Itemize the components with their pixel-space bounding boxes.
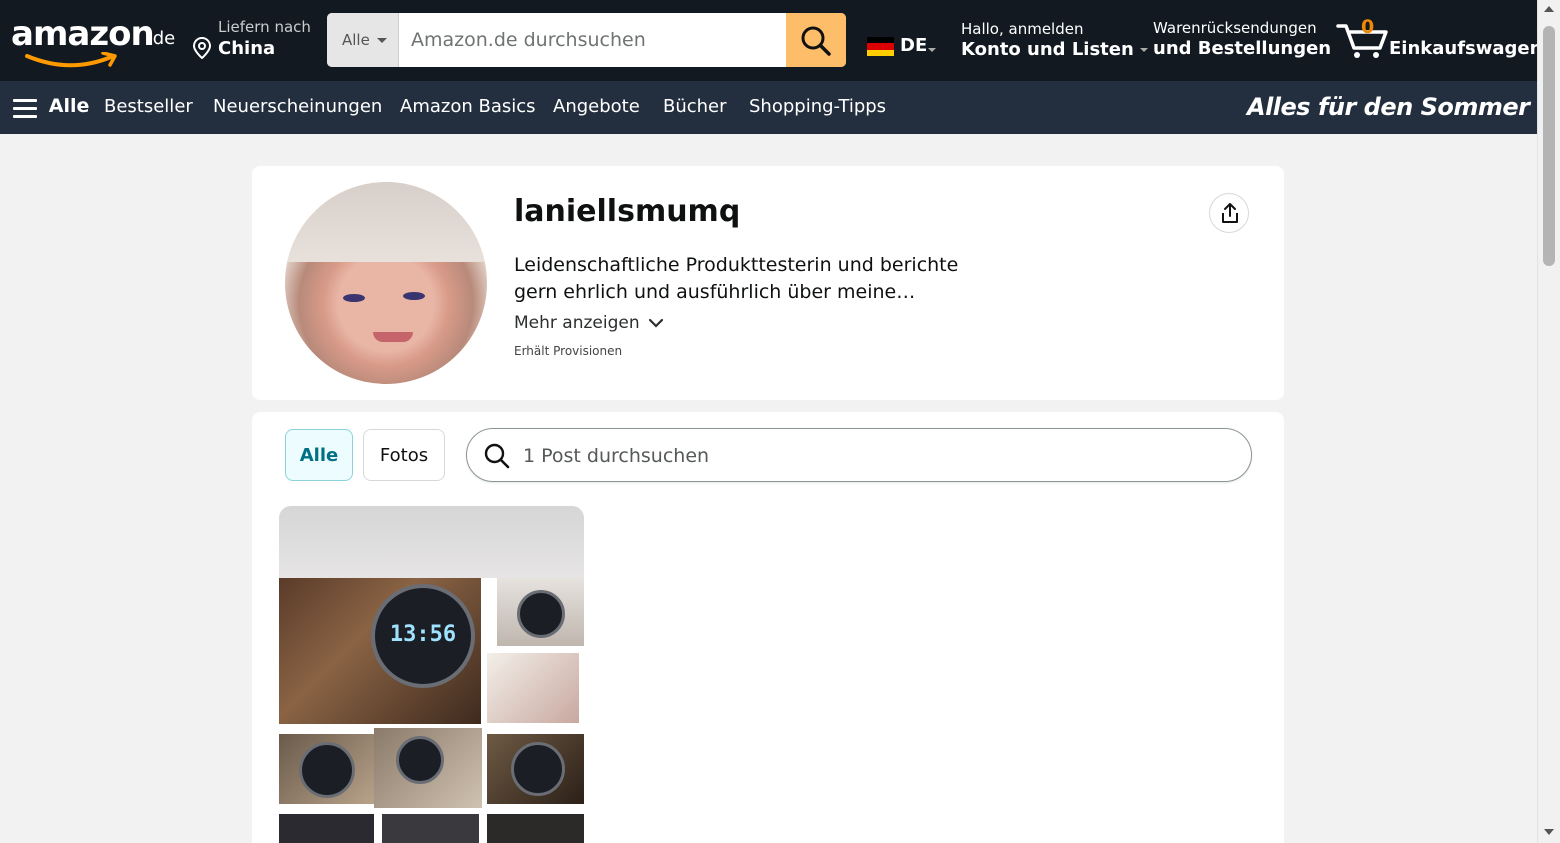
post-photo: 13:56 xyxy=(279,578,481,724)
avatar-background xyxy=(285,182,487,262)
all-menu-button[interactable]: Alle xyxy=(13,95,89,119)
hamburger-icon xyxy=(13,99,37,123)
caret-down-icon xyxy=(1139,48,1148,52)
logo-tld: .de xyxy=(147,28,176,49)
nav-link-books[interactable]: Bücher xyxy=(663,96,727,117)
sub-nav: Alle Bestseller Neuerscheinungen Amazon … xyxy=(0,81,1537,134)
watch-face: 13:56 xyxy=(371,584,475,688)
logo-text: amazon xyxy=(11,14,155,54)
nav-link-deals[interactable]: Angebote xyxy=(553,96,640,117)
avatar-eye xyxy=(403,292,425,300)
page-scrollbar[interactable] xyxy=(1537,0,1560,843)
location-pin-icon xyxy=(192,37,212,59)
avatar xyxy=(285,182,487,384)
post-tile[interactable]: 13:56 xyxy=(279,506,584,843)
cart-link[interactable]: 0 Einkaufswagen xyxy=(1336,16,1537,66)
show-more-button[interactable]: Mehr anzeigen xyxy=(514,313,664,333)
language-code: DE xyxy=(900,35,928,56)
watch-face xyxy=(511,742,565,796)
search-category-label: Alle xyxy=(342,31,370,49)
post-photo xyxy=(487,814,584,843)
top-nav: amazon .de Liefern nach China Alle Amazo… xyxy=(0,0,1537,81)
amazon-logo[interactable]: amazon .de xyxy=(11,14,176,70)
returns-label: Warenrücksendungen xyxy=(1153,19,1317,37)
watch-face xyxy=(517,590,565,638)
show-more-label: Mehr anzeigen xyxy=(514,313,640,333)
filter-photos-label: Fotos xyxy=(379,445,429,466)
scroll-up-arrow-icon[interactable] xyxy=(1544,6,1554,12)
post-photo xyxy=(279,814,374,843)
account-lists-row: Konto und Listen xyxy=(961,39,1148,60)
cart-label: Einkaufswagen xyxy=(1389,38,1537,59)
watch-face xyxy=(299,742,355,798)
account-menu[interactable]: Hallo, anmelden Konto und Listen xyxy=(961,20,1148,60)
post-tile-header xyxy=(279,506,584,578)
nav-link-bestseller[interactable]: Bestseller xyxy=(104,96,193,117)
posts-card: Alle Fotos 13:56 xyxy=(252,412,1284,843)
scroll-down-arrow-icon[interactable] xyxy=(1544,829,1554,835)
account-greeting: Hallo, anmelden xyxy=(961,20,1084,38)
scrollbar-thumb[interactable] xyxy=(1543,26,1555,266)
filter-photos-tab[interactable]: Fotos xyxy=(363,429,445,481)
post-photo xyxy=(279,734,374,804)
account-lists-label: Konto und Listen xyxy=(961,39,1134,60)
profile-name: laniellsmumq xyxy=(514,194,741,229)
post-photo xyxy=(382,814,479,843)
orders-label: und Bestellungen xyxy=(1153,38,1332,59)
share-icon xyxy=(1222,203,1238,223)
commission-note: Erhält Provisionen xyxy=(514,344,623,358)
logo-smile-icon xyxy=(25,52,117,68)
chevron-down-icon xyxy=(648,318,664,328)
share-button[interactable] xyxy=(1209,193,1249,233)
nav-link-amazon-basics[interactable]: Amazon Basics xyxy=(400,96,536,117)
search-icon xyxy=(801,26,831,56)
cart-count: 0 xyxy=(1361,16,1375,38)
post-photo xyxy=(487,734,584,804)
caret-down-icon xyxy=(928,48,936,52)
post-search-input[interactable] xyxy=(521,429,1225,483)
post-photo xyxy=(497,578,584,646)
germany-flag-icon xyxy=(867,37,894,56)
nav-link-new-releases[interactable]: Neuerscheinungen xyxy=(213,96,382,117)
search-button[interactable] xyxy=(786,13,846,67)
search-input[interactable] xyxy=(399,13,786,67)
nav-link-shopping-tips[interactable]: Shopping-Tipps xyxy=(749,96,886,117)
avatar-mouth xyxy=(373,332,413,342)
filter-all-tab[interactable]: Alle xyxy=(285,429,353,481)
watch-time: 13:56 xyxy=(389,622,457,647)
profile-bio: Leidenschaftliche Produkttesterin und be… xyxy=(514,254,959,303)
search-category-select[interactable]: Alle xyxy=(327,13,399,67)
page: amazon .de Liefern nach China Alle Amazo… xyxy=(0,0,1537,843)
avatar-eye xyxy=(343,294,365,302)
filter-all-label: Alle xyxy=(299,445,339,466)
post-photo xyxy=(374,728,482,808)
summer-promo-link[interactable]: Alles für den Sommer xyxy=(1247,93,1530,121)
returns-orders-link[interactable]: Warenrücksendungen und Bestellungen xyxy=(1153,19,1331,59)
profile-card: laniellsmumq Leidenschaftliche Produktte… xyxy=(252,166,1284,400)
post-search-box xyxy=(466,428,1252,483)
deliver-label: Liefern nach xyxy=(218,18,311,36)
all-menu-label: Alle xyxy=(48,95,90,117)
post-photo xyxy=(487,653,579,723)
deliver-country: China xyxy=(218,38,276,59)
search-bar: Alle xyxy=(327,13,846,67)
watch-face xyxy=(396,736,444,784)
caret-down-icon xyxy=(377,38,387,43)
search-icon xyxy=(484,443,510,469)
